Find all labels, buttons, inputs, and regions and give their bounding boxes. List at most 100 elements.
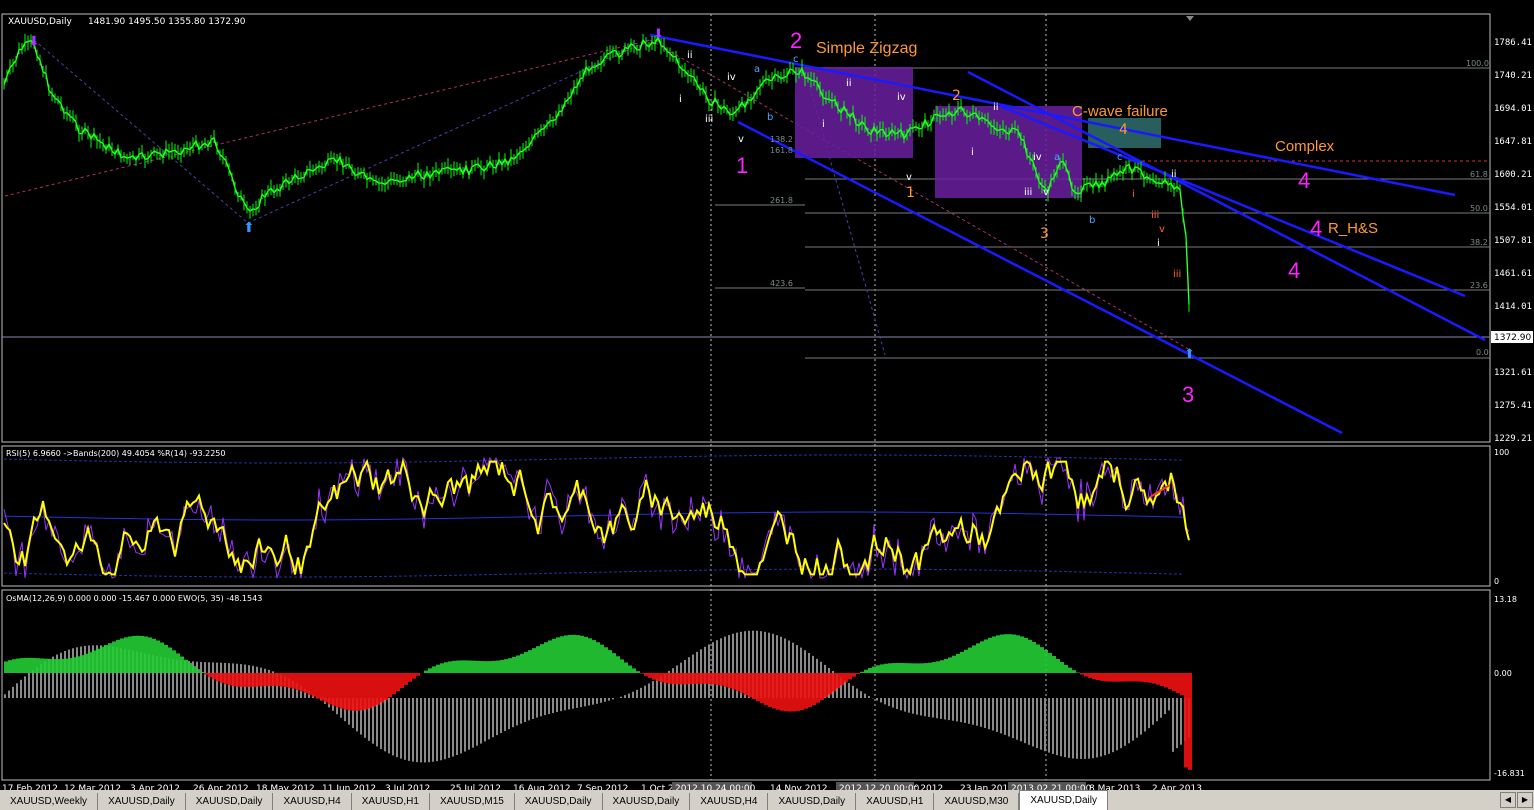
osma-bar <box>124 637 128 673</box>
sub-wave-label: iv <box>897 92 906 103</box>
svg-text:100.0: 100.0 <box>1466 59 1489 68</box>
ewo-bar <box>560 698 562 712</box>
ewo-bar <box>1060 698 1062 757</box>
ewo-bar <box>32 669 34 698</box>
osma-bar <box>488 661 492 673</box>
osma-bar <box>848 673 852 680</box>
osma-bar <box>764 673 768 706</box>
osma-bar <box>20 658 24 673</box>
chart-tab[interactable]: XAUUSD,Daily <box>98 793 186 810</box>
osma-bar <box>684 673 688 685</box>
chart-tab[interactable]: XAUUSD,Weekly <box>0 793 99 810</box>
sub-wave-label: a <box>1054 152 1060 163</box>
osma-bar <box>904 663 908 673</box>
chart-tab[interactable]: XAUUSD,Daily <box>1019 790 1108 810</box>
osma-bar <box>300 673 304 692</box>
sub-wave-label: i <box>1132 189 1135 200</box>
ewo-bar <box>484 698 486 742</box>
osma-bar <box>388 673 392 698</box>
wave-4-label: 4 <box>1288 258 1300 283</box>
osma-bar <box>980 641 984 673</box>
osma-bar <box>432 666 436 673</box>
chart-tab[interactable]: XAUUSD,Daily <box>603 793 691 810</box>
osma-bar <box>644 673 648 676</box>
ewo-bar <box>1048 698 1050 753</box>
osma-bar <box>616 656 620 673</box>
osma-bar <box>84 653 88 673</box>
price-tick: 1554.01 <box>1494 203 1532 213</box>
ewo-bar <box>1064 698 1066 758</box>
ewo-bar <box>1148 698 1150 729</box>
osma-bar <box>1148 673 1152 683</box>
osma-bar <box>492 660 496 673</box>
osma-bar <box>536 646 540 673</box>
chart-tab[interactable]: XAUUSD,H4 <box>273 793 352 810</box>
osma-bar <box>416 673 420 676</box>
ewo-bar <box>1128 698 1130 744</box>
ewo-bar <box>1132 698 1134 741</box>
osma-bar <box>24 657 28 673</box>
ewo-bar <box>1156 698 1158 722</box>
osma-bar <box>852 673 856 677</box>
svg-text:423.6: 423.6 <box>770 279 793 288</box>
osma-bar <box>1184 673 1188 768</box>
ewo-bar <box>1032 698 1034 747</box>
osma-bar <box>248 673 252 687</box>
ewo-bar <box>512 698 514 728</box>
tab-scroll-left-icon[interactable]: ◀ <box>1500 792 1516 808</box>
ewo-bar <box>1008 698 1010 737</box>
tab-scroll-right-icon[interactable]: ▶ <box>1517 792 1533 808</box>
osma-bar <box>1008 634 1012 673</box>
chart-tab[interactable]: XAUUSD,M15 <box>430 793 515 810</box>
osma-bar <box>1048 652 1052 673</box>
osma-bar <box>932 662 936 673</box>
osma-bar <box>1032 642 1036 673</box>
osma-bar <box>924 663 928 673</box>
osma-bar <box>856 673 860 675</box>
osma-bar <box>272 673 276 686</box>
chart-canvas[interactable]: ⬇ ⬆ ⬇ ⬆ 1786.41 1740.21 1694.01 1647.81 1600… <box>0 0 1534 810</box>
chart-tabs: XAUUSD,Weekly XAUUSD,Daily XAUUSD,Daily XAU… <box>0 790 1534 810</box>
osma-bar <box>540 644 544 673</box>
ewo-bar <box>464 698 466 752</box>
ewo-bar <box>412 698 414 762</box>
osma-bar <box>8 660 12 673</box>
ewo-bar <box>608 698 610 701</box>
ewo-bar <box>936 698 938 719</box>
sub-wave-label: iv <box>727 72 736 83</box>
osma-bar <box>808 673 812 708</box>
osma-bar <box>984 639 988 673</box>
simple-zigzag-label: Simple Zigzag <box>816 40 917 57</box>
chart-tab[interactable]: XAUUSD,Daily <box>768 793 857 810</box>
osma-bar <box>64 658 68 673</box>
osma-bar <box>752 673 756 700</box>
osma-bar <box>408 673 412 682</box>
ewo-bar <box>580 698 582 708</box>
osma-bar <box>584 636 588 673</box>
chart-tab[interactable]: XAUUSD,H1 <box>352 793 430 810</box>
osma-bar <box>820 673 824 701</box>
svg-text:161.8: 161.8 <box>770 146 793 155</box>
osma-bar <box>1052 656 1056 673</box>
chart-tab[interactable]: XAUUSD,Daily <box>515 793 603 810</box>
ewo-bar <box>468 698 470 750</box>
osma-bar <box>716 673 720 686</box>
price-axis: 1786.41 1740.21 1694.01 1647.81 1600.21 1554.… <box>1494 38 1532 444</box>
osma-bar <box>688 673 692 685</box>
ewo-bar <box>548 698 550 715</box>
osma-bar <box>120 638 124 673</box>
osma-bar <box>4 661 8 673</box>
price-tick: 1507.81 <box>1494 236 1532 246</box>
ewo-bar <box>28 673 30 698</box>
ewo-bar <box>440 698 442 761</box>
chart-tab[interactable]: XAUUSD,Daily <box>186 793 274 810</box>
chart-tab[interactable]: XAUUSD,H4 <box>690 793 769 810</box>
osma-bar <box>748 673 752 698</box>
chart-tab[interactable]: XAUUSD,M30 <box>934 793 1020 810</box>
ewo-bar <box>536 698 538 718</box>
osma-bar <box>176 653 180 673</box>
sub-wave-label: b <box>767 112 773 123</box>
chart-tab[interactable]: XAUUSD,H1 <box>856 793 935 810</box>
osma-bar <box>152 638 156 673</box>
osma-bar <box>200 672 204 673</box>
